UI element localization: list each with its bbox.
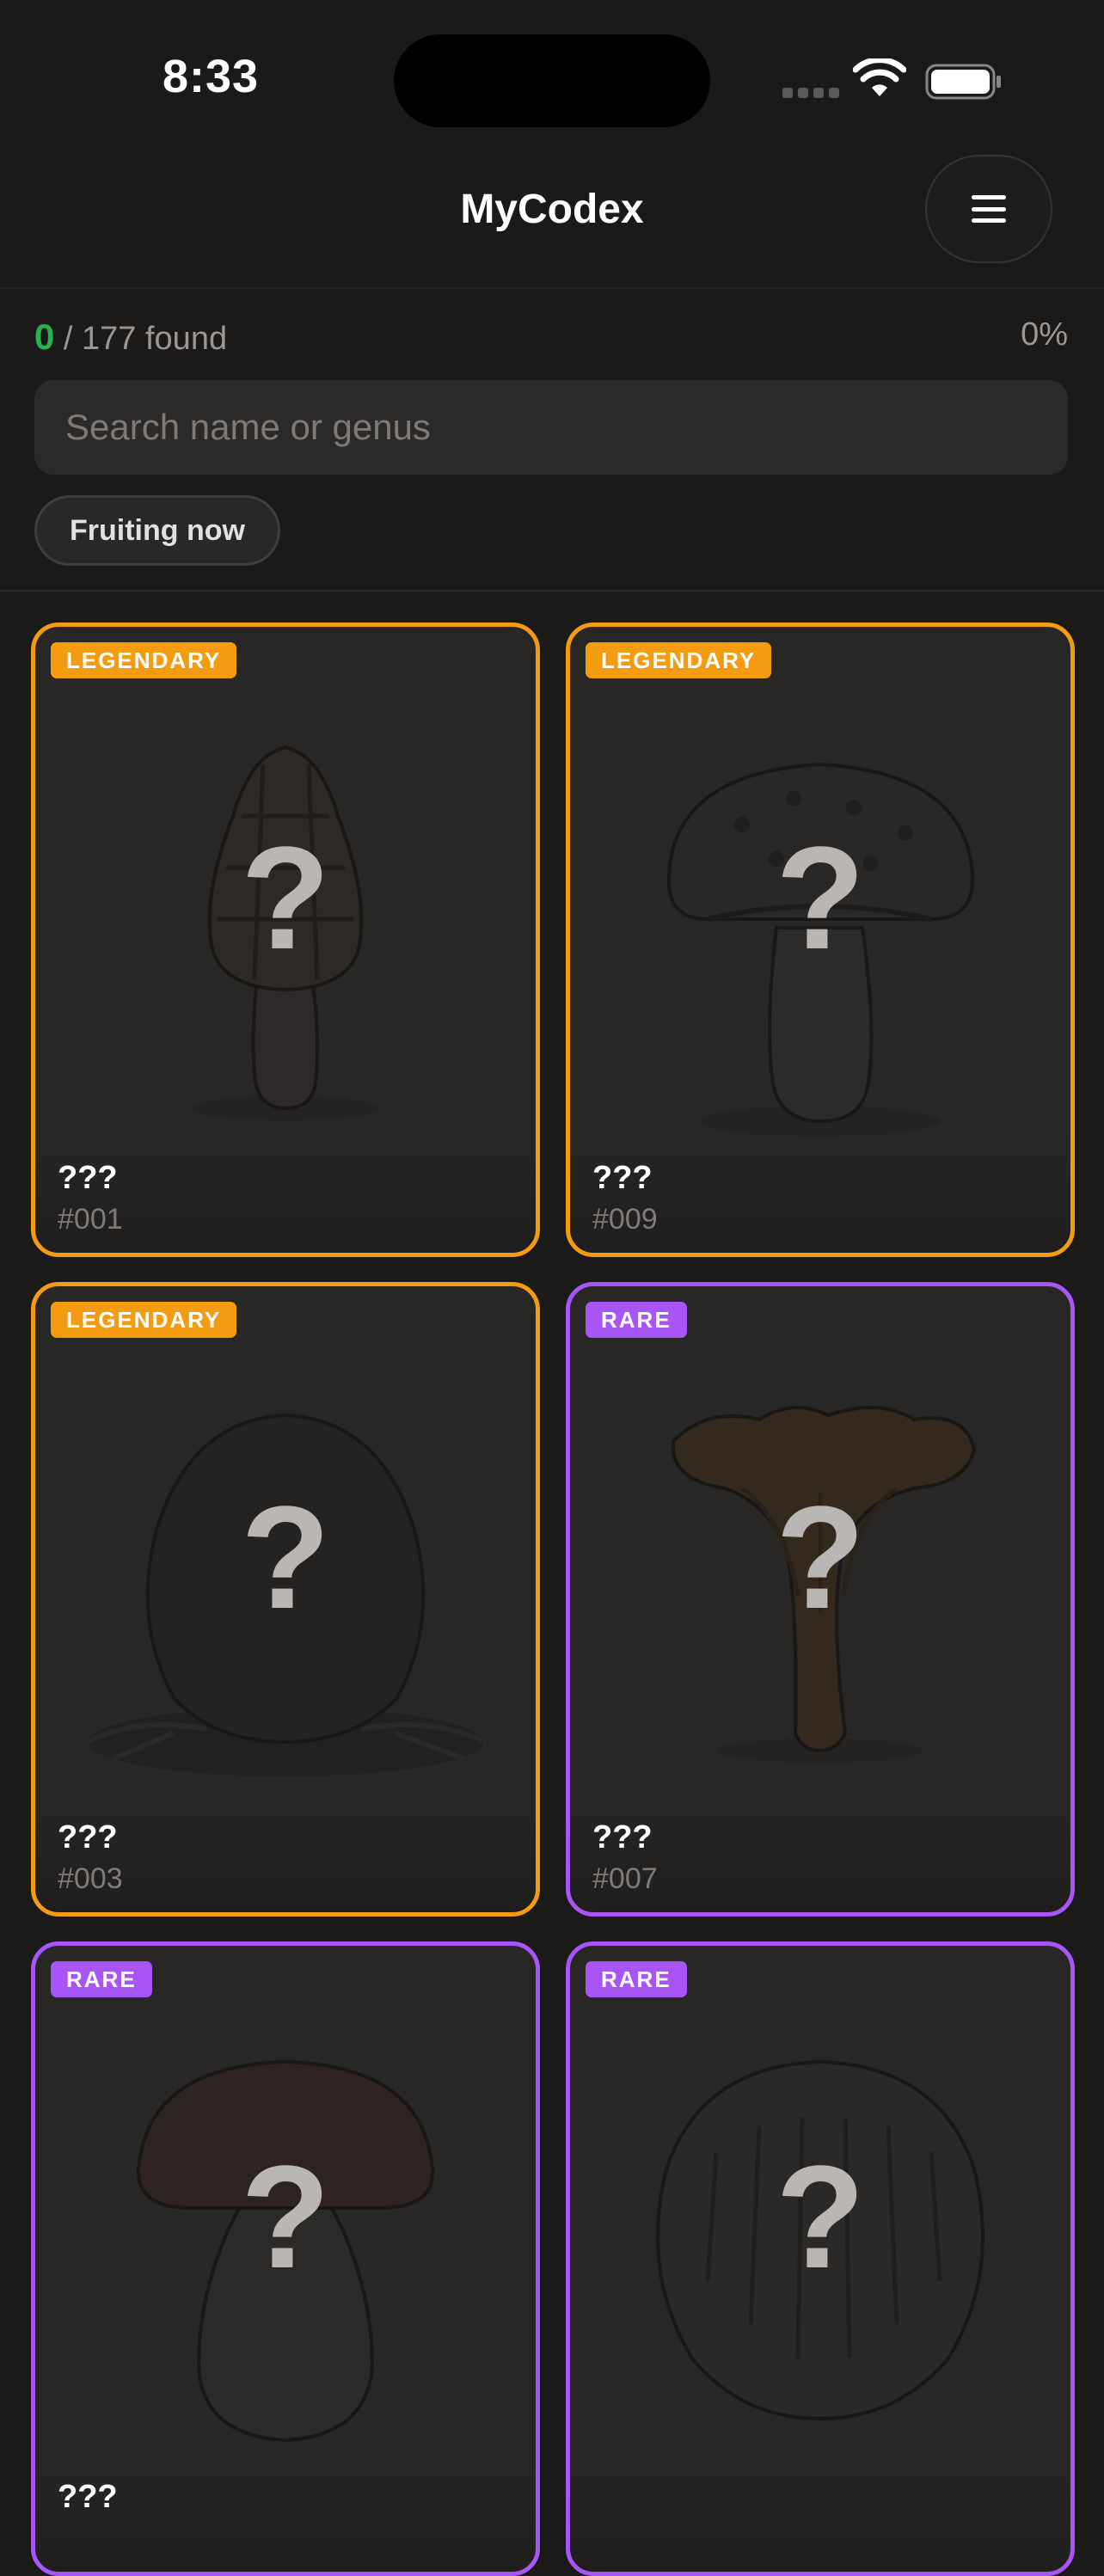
rarity-badge: LEGENDARY xyxy=(51,1302,237,1338)
app-header: MyCodex xyxy=(0,146,1104,289)
menu-button[interactable] xyxy=(925,155,1052,263)
species-card[interactable]: ? LEGENDARY ??? #003 xyxy=(31,1282,540,1917)
rarity-badge: LEGENDARY xyxy=(586,642,772,678)
unknown-species-icon: ? xyxy=(776,817,865,980)
unknown-species-icon: ? xyxy=(776,2136,865,2299)
rarity-badge: RARE xyxy=(51,1961,152,1997)
species-name: ??? xyxy=(58,1819,118,1855)
species-number: #007 xyxy=(592,1862,658,1895)
species-card[interactable]: ? LEGENDARY ??? #001 xyxy=(31,623,540,1257)
unknown-species-icon: ? xyxy=(241,2136,330,2299)
status-time: 8:33 xyxy=(162,51,260,102)
unknown-species-icon: ? xyxy=(241,1476,330,1640)
divider xyxy=(0,590,1104,592)
total-count-label: / 177 found xyxy=(54,321,228,357)
species-number: #003 xyxy=(58,1862,123,1895)
cellular-signal-icon xyxy=(782,88,839,98)
species-card[interactable]: ? RARE xyxy=(566,1941,1075,2576)
species-name: ??? xyxy=(58,1160,118,1196)
dynamic-island xyxy=(394,34,710,127)
wifi-icon xyxy=(853,58,906,96)
species-card[interactable]: ? LEGENDARY ??? #009 xyxy=(566,623,1075,1257)
species-card[interactable]: ? RARE ??? xyxy=(31,1941,540,2576)
species-name: ??? xyxy=(58,2479,118,2515)
status-bar: 8:33 xyxy=(0,0,1104,146)
battery-icon xyxy=(925,64,1001,100)
search-input[interactable] xyxy=(34,380,1068,475)
unknown-species-icon: ? xyxy=(776,1476,865,1640)
species-card[interactable]: ? RARE ??? #007 xyxy=(566,1282,1075,1917)
rarity-badge: RARE xyxy=(586,1302,687,1338)
collection-progress: 0 / 177 found 0% xyxy=(34,316,1068,359)
species-name: ??? xyxy=(592,1160,653,1196)
rarity-badge: RARE xyxy=(586,1961,687,1997)
rarity-badge: LEGENDARY xyxy=(51,642,237,678)
completion-percent: 0% xyxy=(1021,316,1068,353)
unknown-species-icon: ? xyxy=(241,817,330,980)
species-name: ??? xyxy=(592,1819,653,1855)
species-number: #009 xyxy=(592,1203,658,1236)
found-count: 0 xyxy=(34,316,55,357)
hamburger-icon xyxy=(972,195,1006,223)
fruiting-now-filter-chip[interactable]: Fruiting now xyxy=(34,495,280,566)
species-number: #001 xyxy=(58,1203,123,1236)
